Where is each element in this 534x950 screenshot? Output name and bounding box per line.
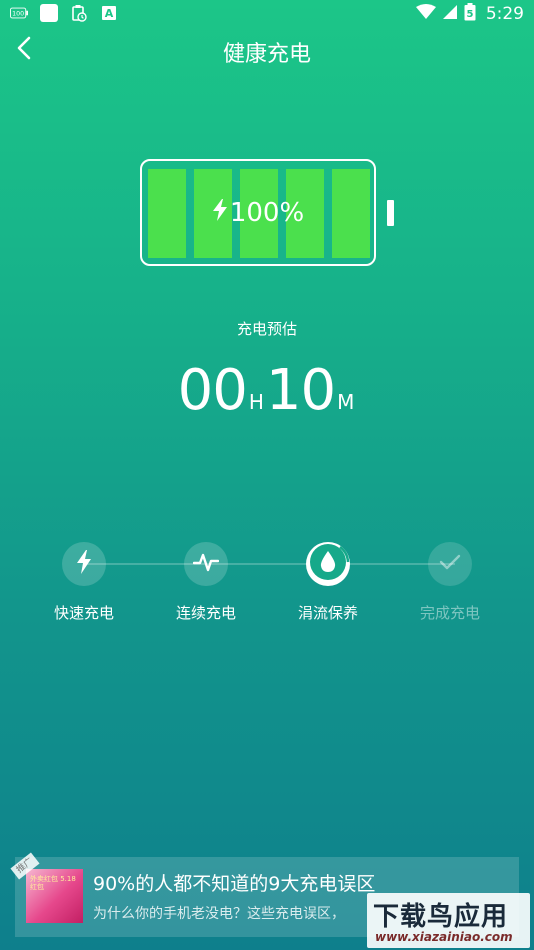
watermark-url: www.xiazainiao.com <box>375 930 513 944</box>
charging-bolt-icon <box>212 198 228 228</box>
step-label: 连续充电 <box>175 604 236 622</box>
battery-graphic: 100% <box>140 159 376 266</box>
app-a-icon: A <box>100 4 118 22</box>
status-time: 5:29 <box>485 4 524 24</box>
header: 健康充电 <box>0 28 534 72</box>
white-box-icon <box>40 4 58 22</box>
pulse-icon <box>192 552 220 576</box>
battery-level: 100% <box>142 161 374 264</box>
watermark-text: 下载鸟应用 <box>373 902 509 932</box>
step-icon-circle <box>62 542 106 586</box>
check-icon <box>439 554 461 574</box>
notification-icons: 100 A <box>10 4 118 22</box>
estimate-hours: 00 <box>177 358 248 423</box>
step-label: 涓流保养 <box>297 604 358 622</box>
estimate-time: 00 H 10 M <box>0 358 534 423</box>
step-icon-circle <box>184 542 228 586</box>
ad-title: 90%的人都不知道的9大充电误区 <box>93 873 376 895</box>
cellular-icon <box>442 4 458 24</box>
battery-100-icon: 100 <box>10 4 28 22</box>
battery-percent: 100% <box>229 197 305 228</box>
ad-thumbnail-text: 外卖红包 5.18 红包 <box>30 875 76 891</box>
step-fast-charge: 快速充电 <box>34 542 134 623</box>
step-continuous-charge: 连续充电 <box>156 542 256 623</box>
status-bar: 100 A 5 5:29 <box>0 0 534 28</box>
wifi-icon <box>415 4 436 24</box>
clipboard-icon <box>70 4 88 22</box>
hour-unit: H <box>248 390 264 414</box>
svg-text:100: 100 <box>12 11 24 18</box>
battery-icon: 5 <box>464 3 476 25</box>
minute-unit: M <box>337 390 355 414</box>
svg-text:A: A <box>105 7 114 20</box>
step-label: 快速充电 <box>53 604 114 622</box>
watermark-logo: 下载鸟应用 www.xiazainiao.com <box>367 893 530 948</box>
svg-text:5: 5 <box>466 9 473 20</box>
step-label: 完成充电 <box>419 604 480 622</box>
page-title: 健康充电 <box>222 42 311 67</box>
battery-cap <box>387 200 394 226</box>
system-status: 5 5:29 <box>415 3 524 25</box>
estimate-minutes: 10 <box>265 358 336 423</box>
ad-thumbnail: 外卖红包 5.18 红包 <box>26 869 83 923</box>
estimate-label: 充电预估 <box>236 320 297 338</box>
step-icon-circle <box>306 542 350 586</box>
step-trickle-maintenance: 涓流保养 <box>278 542 378 623</box>
ad-subtitle: 为什么你的手机老没电？这些充电误区， <box>93 906 345 922</box>
lightning-icon <box>75 550 93 578</box>
step-icon-circle <box>428 542 472 586</box>
drop-icon <box>306 540 350 588</box>
step-charge-complete: 完成充电 <box>400 542 500 623</box>
